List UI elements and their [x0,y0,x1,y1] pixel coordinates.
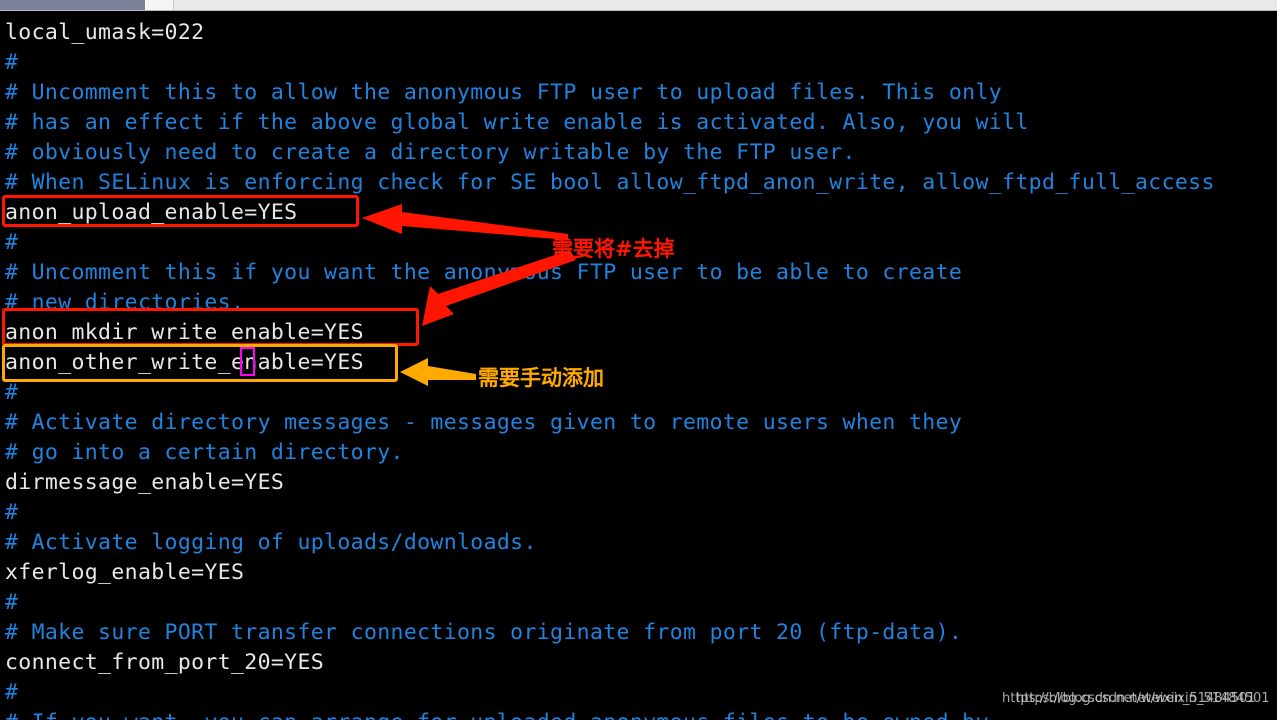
config-line-comment-obviously-need: # obviously need to create a directory w… [5,140,856,165]
terminal-text-area[interactable]: local_umask=022 # # Uncomment this to al… [0,12,1277,720]
config-line-anon-other-write-enable[interactable]: anon_other_write_enable=YES [5,348,364,378]
config-line-comment-make-sure-port: # Make sure PORT transfer connections or… [5,620,963,645]
csdn-watermark-layer-2: https://blog.csdn.net/weixin_51484501 [1016,691,1270,706]
terminal-window: local_umask=022 # # Uncomment this to al… [0,0,1277,720]
config-line-anon-mkdir-write-enable[interactable]: anon_mkdir_write_enable=YES [5,318,364,348]
config-line-comment-blank-2: # [5,230,19,255]
config-line-comment-activate-logging: # Activate logging of uploads/downloads. [5,530,537,555]
config-line-comment-go-into: # go into a certain directory. [5,440,404,465]
config-line-comment-if-you-want: # If you want, you can arrange for uploa… [5,708,989,720]
config-line-comment-blank-6: # [5,680,19,705]
config-line-comment-blank-5: # [5,590,19,615]
config-line-connect-from-port-20[interactable]: connect_from_port_20=YES [5,648,324,678]
config-line-comment-uncomment-upload: # Uncomment this to allow the anonymous … [5,80,1003,105]
config-line-comment-blank-3: # [5,380,19,405]
config-line-comment-activate-dirmsg: # Activate directory messages - messages… [5,410,963,435]
config-line-comment-has-effect: # has an effect if the above global writ… [5,110,1029,135]
text-cursor [240,347,255,376]
scrollbar-thumb[interactable] [0,0,146,10]
config-line-local-umask: local_umask=022 [5,20,205,45]
config-line-comment-uncomment-mkdir: # Uncomment this if you want the anonymo… [5,260,963,285]
scrollbar-secondary-segment[interactable] [146,0,174,10]
config-line-comment-selinux: # When SELinux is enforcing check for SE… [5,170,1215,195]
horizontal-scrollbar[interactable] [0,0,1277,11]
config-line-xferlog-enable[interactable]: xferlog_enable=YES [5,558,244,588]
annotation-remove-hash: 需要将#去掉 [552,237,675,261]
config-line-anon-upload-enable[interactable]: anon_upload_enable=YES [5,198,297,228]
config-line-comment-blank-4: # [5,500,19,525]
config-line-comment-blank-1: # [5,50,19,75]
config-line-dirmessage-enable[interactable]: dirmessage_enable=YES [5,468,284,498]
annotation-add-manually: 需要手动添加 [478,366,604,390]
config-line-comment-new-directories: # new directories. [5,290,245,315]
